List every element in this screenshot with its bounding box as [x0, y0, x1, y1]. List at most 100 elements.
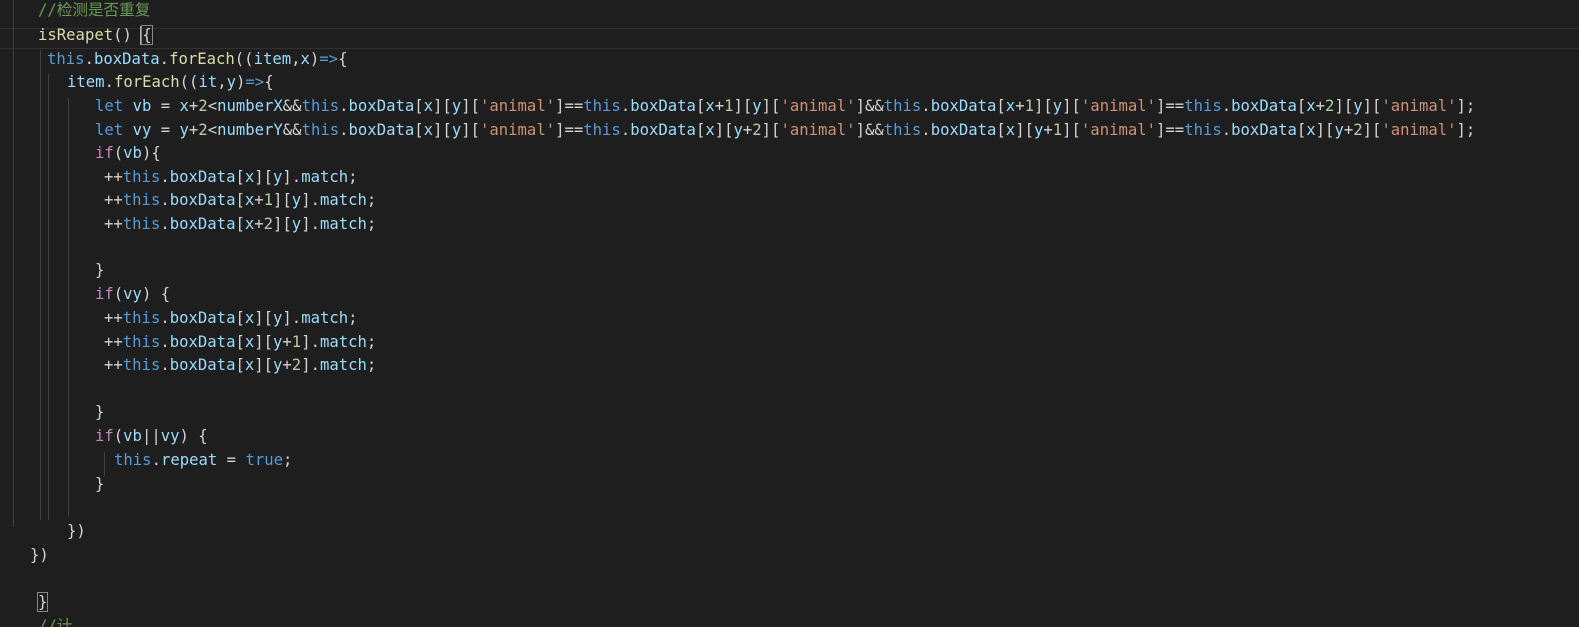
code-line-23[interactable]: }) — [67, 519, 86, 543]
indent-guide — [68, 98, 69, 516]
code-token: } — [95, 261, 105, 279]
code-token: match — [319, 215, 367, 233]
code-editor[interactable]: //检测是否重复 isReapet() {this.boxData.forEach… — [0, 0, 1579, 627]
code-line-7[interactable]: if(vb){ — [95, 141, 161, 165]
code-token: x — [705, 97, 715, 115]
code-line-18[interactable]: } — [95, 400, 104, 424]
code-line-16[interactable]: ++this.boxData[x][y+2].match; — [104, 353, 376, 377]
code-token: ( — [113, 144, 124, 162]
code-token: 'animal' — [780, 97, 856, 115]
code-token: x — [705, 121, 715, 139]
code-line-4[interactable]: item.forEach((it,y)=>{ — [67, 70, 274, 94]
code-token: item — [253, 50, 292, 68]
code-token: //计 — [38, 617, 73, 627]
code-token: boxData — [169, 309, 236, 327]
code-line-5[interactable]: let vb = x+2<numberX&&this.boxData[x][y]… — [95, 94, 1475, 118]
current-line-highlight — [0, 28, 1579, 49]
code-token: x — [244, 168, 255, 186]
code-token: ][ — [733, 97, 753, 115]
code-token: ++ — [104, 309, 123, 327]
code-line-24[interactable]: }) — [30, 543, 49, 567]
code-token: ][ — [461, 121, 480, 139]
code-line-27[interactable]: //计 — [38, 614, 72, 627]
code-token: 1 — [1024, 97, 1034, 115]
code-token: true — [245, 451, 284, 469]
code-token: x — [1306, 121, 1316, 139]
code-line-3[interactable]: this.boxData.forEach((item,x)=>{ — [47, 47, 347, 71]
code-line-13[interactable]: if(vy) { — [95, 282, 170, 306]
code-token: boxData — [930, 97, 997, 115]
code-line-20[interactable]: this.repeat = true; — [114, 448, 292, 472]
code-token: < — [207, 121, 218, 139]
code-token: this — [114, 451, 152, 469]
code-token: . — [159, 50, 170, 68]
code-token: ; — [348, 168, 358, 186]
code-line-21[interactable]: } — [95, 472, 104, 496]
code-token: boxData — [169, 356, 236, 374]
code-token: 'animal' — [1080, 97, 1157, 115]
code-line-8[interactable]: ++this.boxData[x][y].match; — [104, 165, 358, 189]
indent-guide — [48, 74, 49, 520]
code-line-15[interactable]: ++this.boxData[x][y+1].match; — [104, 330, 376, 354]
code-token: [ — [414, 121, 424, 139]
code-token: ; — [283, 451, 293, 469]
code-token: , — [217, 73, 227, 91]
code-token: } — [95, 403, 105, 421]
code-line-26[interactable]: } — [36, 590, 49, 614]
code-token: ) — [309, 50, 320, 68]
code-token: ++ — [104, 168, 123, 186]
code-token: . — [921, 121, 931, 139]
code-token: boxData — [348, 121, 415, 139]
code-token: boxData — [169, 191, 236, 209]
code-token: this — [122, 309, 161, 327]
code-token: 1 — [263, 191, 274, 209]
code-token: y — [733, 121, 743, 139]
code-token: { — [141, 25, 153, 45]
code-token: } — [36, 592, 49, 612]
code-token: ( — [113, 427, 124, 445]
code-token: ][ — [273, 215, 292, 233]
code-token: . — [339, 121, 349, 139]
code-line-12[interactable]: } — [95, 258, 104, 282]
code-token: vb — [123, 427, 142, 445]
code-token: ][ — [1362, 97, 1382, 115]
code-token: match — [301, 168, 349, 186]
code-line-14[interactable]: ++this.boxData[x][y].match; — [104, 306, 358, 330]
code-token: ]. — [301, 215, 320, 233]
code-token: forEach — [113, 73, 180, 91]
code-token: forEach — [169, 50, 235, 68]
code-token: . — [1221, 121, 1232, 139]
code-token: boxData — [630, 121, 696, 139]
code-token: . — [339, 97, 349, 115]
code-token: ][ — [1062, 97, 1081, 115]
code-token: this — [1184, 97, 1222, 115]
code-token: [ — [1296, 121, 1307, 139]
code-token: && — [282, 121, 302, 139]
code-token: + — [254, 191, 264, 209]
code-token: ][ — [433, 121, 452, 139]
code-line-1[interactable]: //检测是否重复 — [38, 0, 150, 22]
code-token: ++ — [104, 191, 123, 209]
code-line-19[interactable]: if(vb||vy) { — [95, 424, 208, 448]
code-token: y — [226, 73, 237, 91]
code-token: ]; — [1456, 121, 1476, 139]
code-token: ]== — [1156, 97, 1185, 115]
code-token: + — [282, 333, 292, 351]
code-token: boxData — [169, 333, 236, 351]
code-token: ; — [348, 309, 358, 327]
code-token: ]== — [555, 121, 584, 139]
code-token: [ — [695, 121, 706, 139]
code-line-9[interactable]: ++this.boxData[x+1][y].match; — [104, 188, 376, 212]
code-line-6[interactable]: let vy = y+2<numberY&&this.boxData[x][y]… — [95, 118, 1475, 142]
code-token: isReapet — [38, 26, 114, 44]
code-token: => — [245, 73, 265, 91]
code-token: match — [319, 191, 367, 209]
code-token: . — [84, 50, 94, 68]
code-line-2[interactable]: isReapet() { — [38, 23, 153, 47]
code-token: = — [217, 451, 246, 469]
code-token: ( — [113, 285, 124, 303]
code-token: match — [319, 333, 367, 351]
code-token: match — [301, 309, 349, 327]
code-line-10[interactable]: ++this.boxData[x+2][y].match; — [104, 212, 376, 236]
